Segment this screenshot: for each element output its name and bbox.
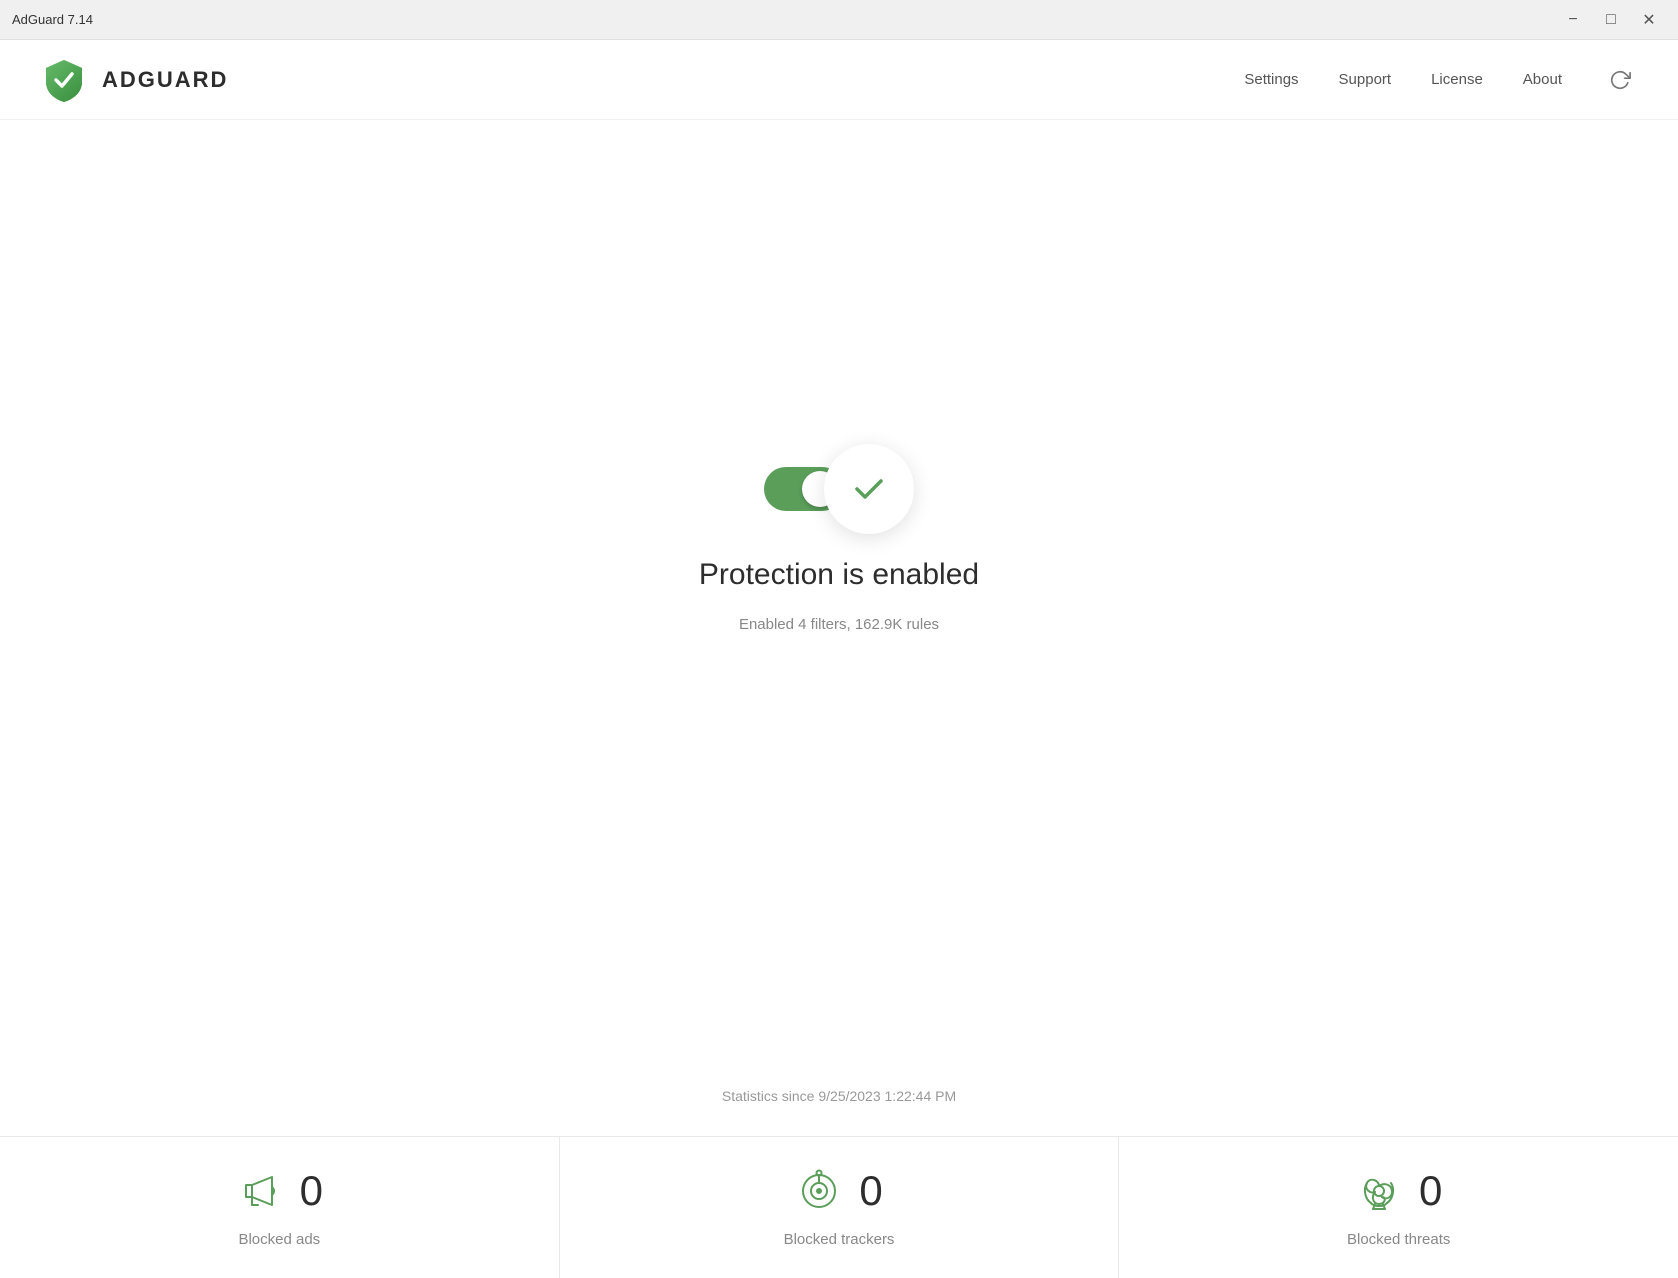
nav-about[interactable]: About — [1523, 71, 1562, 88]
stats-since: Statistics since 9/25/2023 1:22:44 PM — [722, 1088, 956, 1104]
stat-trackers-row: 0 — [795, 1167, 882, 1215]
app-title: AdGuard 7.14 — [12, 12, 93, 27]
refresh-icon — [1609, 69, 1631, 91]
main-nav: Settings Support License About — [1244, 62, 1638, 98]
refresh-button[interactable] — [1602, 62, 1638, 98]
tracker-icon — [795, 1167, 843, 1215]
nav-support[interactable]: Support — [1339, 71, 1392, 88]
megaphone-icon — [236, 1167, 284, 1215]
protection-title: Protection is enabled — [699, 558, 979, 592]
header: ADGUARD Settings Support License About — [0, 40, 1678, 120]
blocked-trackers-count: 0 — [859, 1167, 882, 1215]
main-content: Protection is enabled Enabled 4 filters,… — [0, 120, 1678, 1056]
nav-settings[interactable]: Settings — [1244, 71, 1298, 88]
protection-subtitle: Enabled 4 filters, 162.9K rules — [739, 616, 939, 633]
stat-blocked-threats: 0 Blocked threats — [1119, 1137, 1678, 1278]
logo-text: ADGUARD — [102, 67, 228, 93]
adguard-logo-icon — [40, 56, 88, 104]
window-controls: − □ ✕ — [1556, 7, 1666, 33]
stat-ads-row: 0 — [236, 1167, 323, 1215]
blocked-ads-count: 0 — [300, 1167, 323, 1215]
maximize-icon: □ — [1606, 11, 1616, 29]
close-button[interactable]: ✕ — [1632, 7, 1666, 33]
blocked-threats-count: 0 — [1419, 1167, 1442, 1215]
stat-threats-row: 0 — [1355, 1167, 1442, 1215]
protection-check-circle — [824, 444, 914, 534]
app-window: ADGUARD Settings Support License About — [0, 40, 1678, 1278]
stat-blocked-ads: 0 Blocked ads — [0, 1137, 560, 1278]
stats-section: Statistics since 9/25/2023 1:22:44 PM 0 … — [0, 1056, 1678, 1278]
checkmark-icon — [847, 467, 891, 511]
close-icon: ✕ — [1642, 10, 1655, 30]
minimize-button[interactable]: − — [1556, 7, 1590, 33]
blocked-threats-label: Blocked threats — [1347, 1231, 1450, 1248]
nav-license[interactable]: License — [1431, 71, 1483, 88]
title-bar: AdGuard 7.14 − □ ✕ — [0, 0, 1678, 40]
toggle-container — [764, 444, 914, 534]
minimize-icon: − — [1568, 11, 1577, 29]
maximize-button[interactable]: □ — [1594, 7, 1628, 33]
logo: ADGUARD — [40, 56, 228, 104]
protection-area: Protection is enabled Enabled 4 filters,… — [699, 444, 979, 633]
blocked-trackers-label: Blocked trackers — [784, 1231, 895, 1248]
blocked-ads-label: Blocked ads — [238, 1231, 320, 1248]
stats-grid: 0 Blocked ads 0 Blocked trackers — [0, 1136, 1678, 1278]
threat-icon — [1355, 1167, 1403, 1215]
stat-blocked-trackers: 0 Blocked trackers — [560, 1137, 1120, 1278]
